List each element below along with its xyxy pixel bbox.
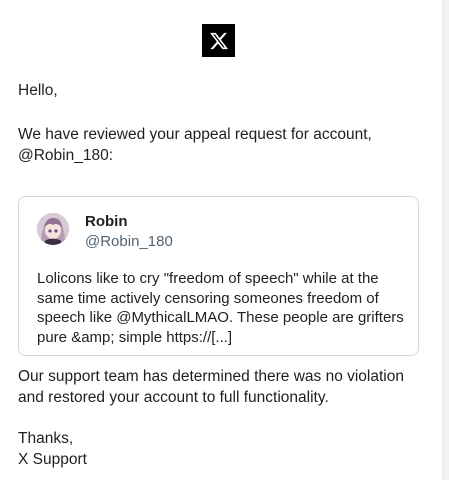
scrollbar[interactable] — [442, 0, 449, 480]
x-logo — [202, 24, 235, 57]
signature: X Support — [18, 451, 87, 468]
tweet-text-line: same time actively censoring someones fr… — [37, 289, 379, 307]
intro-line: @Robin_180: — [18, 147, 114, 164]
avatar[interactable] — [37, 213, 69, 245]
x-logo-icon — [209, 32, 228, 49]
tweet-text: Lolicons like to cry "freedom of speech"… — [37, 269, 407, 347]
tweet-card[interactable]: Robin @Robin_180 Lolicons like to cry "f… — [18, 196, 419, 356]
tweet-author-handle[interactable]: @Robin_180 — [85, 233, 173, 250]
tweet-text-line: Lolicons like to cry "freedom of speech"… — [37, 270, 379, 287]
signoff: Thanks, — [18, 430, 74, 447]
intro-line: We have reviewed your appeal request for… — [18, 126, 372, 143]
signature-block: Thanks, X Support — [18, 428, 87, 470]
greeting: Hello, — [18, 82, 58, 99]
result-line: and restored your account to full functi… — [18, 389, 329, 406]
tweet-text-line: speech like @MythicalLMAO. These people … — [37, 309, 404, 326]
result-text: Our support team has determined there wa… — [18, 366, 404, 408]
tweet-text-line: pure &amp; simple https://[...] — [37, 328, 233, 346]
intro-text: We have reviewed your appeal request for… — [18, 124, 372, 166]
result-line: Our support team has determined there wa… — [18, 368, 404, 385]
avatar-anime-icon — [37, 213, 69, 245]
tweet-author-name[interactable]: Robin — [85, 213, 128, 230]
